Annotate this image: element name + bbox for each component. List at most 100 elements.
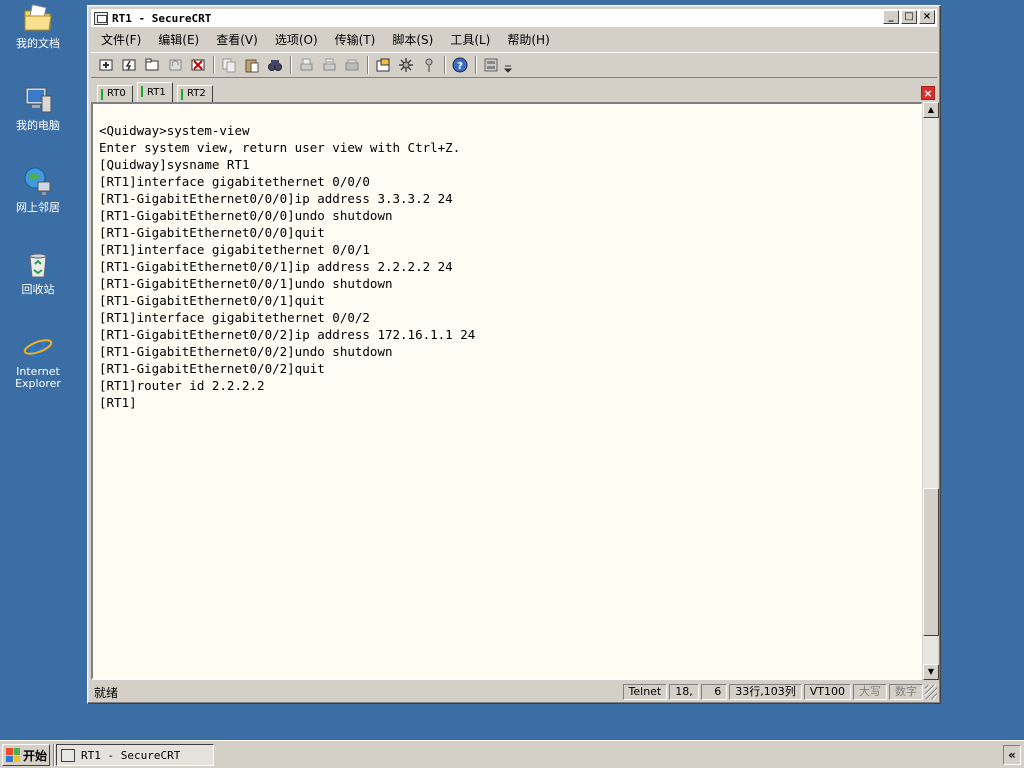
terminal-line: [RT1-GigabitEthernet0/0/1]quit [99,293,325,308]
paste-icon[interactable] [241,55,262,75]
taskbar-item-label: RT1 - SecureCRT [81,748,181,762]
tab-status-indicator [141,86,143,97]
network-icon [22,166,54,198]
window-title: RT1 - SecureCRT [112,11,212,25]
status-protocol: Telnet [622,684,668,700]
terminal-line: [RT1]interface gigabitethernet 0/0/0 [99,174,370,189]
tab-status-indicator [101,89,103,100]
terminal-line: [RT1]router id 2.2.2.2 [99,378,265,393]
desktop-icon-label: 我的文档 [16,37,60,50]
tab-label: RT0 [107,88,126,99]
status-bar: 就绪 Telnet 18, 6 33行,103列 VT100 大写 数字 [91,683,937,701]
tab-status-indicator [181,89,183,100]
toolbar: ? [91,52,937,78]
show-hidden-icons-button[interactable]: « [1003,745,1021,765]
menu-view[interactable]: 查看(V) [216,31,258,48]
terminal-line: <Quidway>system-view [99,123,250,138]
terminal-output: <Quidway>system-view Enter system view, r… [99,122,475,411]
terminal-line: [RT1-GigabitEthernet0/0/0]quit [99,225,325,240]
menu-tools[interactable]: 工具(L) [450,31,490,48]
svg-text:e: e [29,330,47,362]
connect-icon[interactable] [95,55,116,75]
connect-tab-icon[interactable] [141,55,162,75]
taskbar-item-securecrt[interactable]: RT1 - SecureCRT [56,744,214,766]
terminal-area[interactable]: <Quidway>system-view Enter system view, r… [91,102,923,680]
minimize-button[interactable]: _ [883,10,899,24]
quick-connect-icon[interactable] [118,55,139,75]
sftp-icon[interactable] [480,55,501,75]
terminal-line: [RT1]interface gigabitethernet 0/0/2 [99,310,370,325]
disconnect-icon[interactable] [187,55,208,75]
terminal-line: [RT1] [99,395,137,410]
keymap-icon[interactable] [418,55,439,75]
terminal-line: Enter system view, return user view with… [99,140,461,155]
desktop-icon-internet-explorer[interactable]: e Internet Explorer [8,330,68,390]
tab-label: RT1 [147,87,166,98]
securecrt-window: RT1 - SecureCRT _ □ × 文件(F) 编辑(E) 查看(V) … [87,5,941,704]
desktop-icon-label: Internet Explorer [15,365,61,390]
status-col: 6 [701,684,728,700]
menu-script[interactable]: 脚本(S) [392,31,433,48]
tab-label: RT2 [187,88,206,99]
close-tab-button[interactable]: × [921,86,935,100]
reconnect-icon[interactable] [164,55,185,75]
folder-documents-icon [22,2,54,34]
status-caps: 大写 [853,684,887,700]
terminal-line: [RT1-GigabitEthernet0/0/2]undo shutdown [99,344,393,359]
menu-file[interactable]: 文件(F) [101,31,141,48]
menu-options[interactable]: 选项(O) [275,31,318,48]
terminal-line: [RT1]interface gigabitethernet 0/0/1 [99,242,370,257]
terminal-line: [RT1-GigabitEthernet0/0/1]undo shutdown [99,276,393,291]
scroll-down-arrow[interactable]: ▼ [923,664,939,680]
terminal-line: [RT1-GigabitEthernet0/0/1]ip address 2.2… [99,259,453,274]
copy-icon[interactable] [218,55,239,75]
app-icon [61,748,75,762]
desktop-icon-label: 我的电脑 [16,119,60,132]
title-bar[interactable]: RT1 - SecureCRT _ □ × [91,9,937,27]
print-icon[interactable] [295,55,316,75]
terminal-line: [RT1-GigabitEthernet0/0/2]ip address 172… [99,327,476,342]
desktop-icon-label: 回收站 [21,283,55,296]
terminal-line: [RT1-GigabitEthernet0/0/2]quit [99,361,325,376]
svg-text:?: ? [457,61,463,72]
windows-logo-icon [6,748,20,762]
status-emulation: VT100 [803,684,851,700]
close-button[interactable]: × [919,10,935,24]
scroll-up-arrow[interactable]: ▲ [923,102,939,118]
maximize-button[interactable]: □ [901,10,917,24]
app-icon [94,11,108,25]
desktop-icon-my-computer[interactable]: 我的电脑 [8,84,68,132]
desktop-icon-my-documents[interactable]: 我的文档 [8,2,68,50]
print-selection-icon[interactable] [318,55,339,75]
session-tab-bar: RT0 RT1 RT2 × [91,82,937,104]
internet-explorer-icon: e [22,330,54,365]
more-icon[interactable] [503,55,513,75]
desktop-icon-recycle-bin[interactable]: 回收站 [8,248,68,296]
scroll-thumb[interactable] [923,488,939,637]
computer-icon [22,84,54,116]
tab-rt1[interactable]: RT1 [137,82,173,104]
vertical-scrollbar[interactable]: ▲ ▼ [922,102,939,680]
recycle-bin-icon [22,248,54,280]
desktop-icon-label: 网上邻居 [16,201,60,214]
terminal-line: [Quidway]sysname RT1 [99,157,250,172]
desktop-icon-network[interactable]: 网上邻居 [8,166,68,214]
menu-transfer[interactable]: 传输(T) [335,31,376,48]
menu-bar: 文件(F) 编辑(E) 查看(V) 选项(O) 传输(T) 脚本(S) 工具(L… [91,29,937,49]
status-text: 就绪 [94,685,119,700]
help-icon[interactable]: ? [449,55,470,75]
global-options-icon[interactable] [395,55,416,75]
start-button[interactable]: 开始 [2,744,50,766]
menu-help[interactable]: 帮助(H) [507,31,549,48]
status-row: 18, [669,684,700,700]
resize-grip[interactable] [925,685,937,699]
start-label: 开始 [23,748,48,763]
terminal-line: [RT1-GigabitEthernet0/0/0]ip address 3.3… [99,191,453,206]
print-setup-icon[interactable] [341,55,362,75]
taskbar: 开始 RT1 - SecureCRT « [0,740,1024,768]
session-options-icon[interactable] [372,55,393,75]
status-num: 数字 [889,684,923,700]
find-icon[interactable] [264,55,285,75]
menu-edit[interactable]: 编辑(E) [158,31,199,48]
status-size: 33行,103列 [729,684,802,700]
